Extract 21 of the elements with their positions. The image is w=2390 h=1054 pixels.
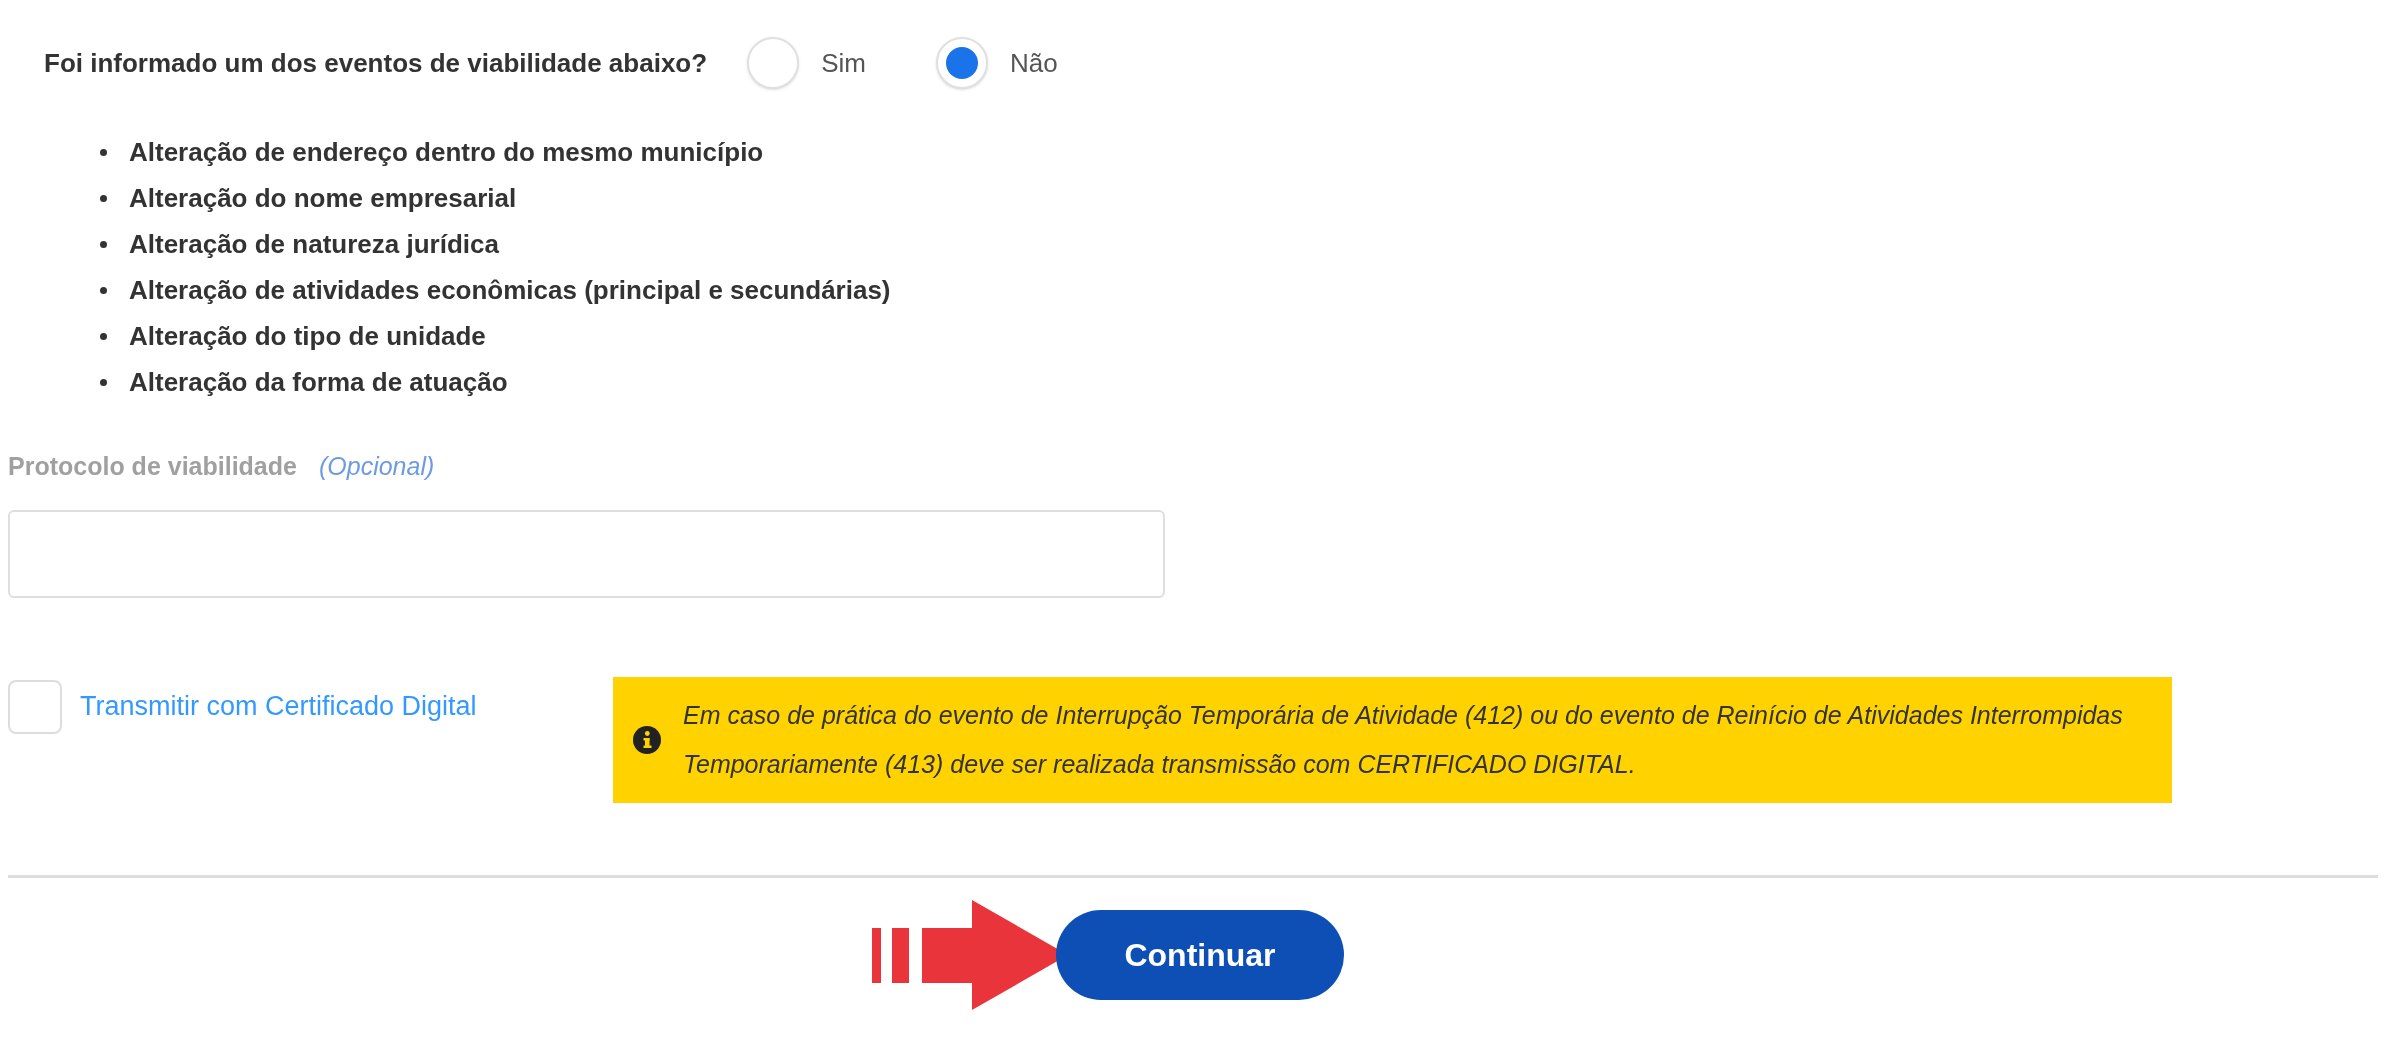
event-item: Alteração de endereço dentro do mesmo município	[129, 136, 764, 169]
event-item: Alteração do tipo de unidade	[129, 320, 486, 353]
input-field[interactable]	[8, 509, 1165, 598]
bullet-icon	[100, 195, 107, 202]
bullet-icon	[100, 379, 107, 386]
field-label: Protocolo de viabilidade	[8, 451, 297, 482]
bullet-icon	[100, 149, 107, 156]
event-item: Alteração de natureza jurídica	[129, 228, 499, 261]
event-item: Alteração da forma de atuação	[129, 366, 508, 399]
event-item: Alteração de atividades econômicas (principal e secundárias)	[129, 274, 891, 307]
bullet-icon	[100, 241, 107, 248]
radio-option[interactable]: Sim	[747, 37, 866, 89]
continue-button[interactable]: Continuar	[1056, 909, 1344, 1000]
question-label: Foi informado um dos eventos de viabilidade abaixo?	[44, 46, 708, 80]
notice-text: Em caso de prática do evento de Interrupção Temporária de Atividade (412) ou do evento de Reinício de Atividades Interrompidas Temporariamente (413) deve ser realizada transmissão com CERTIFICADO DIGITAL.	[683, 699, 2124, 780]
event-item: Alteração do nome empresarial	[129, 182, 517, 215]
bullet-icon	[100, 287, 107, 294]
bullet-icon	[100, 333, 107, 340]
info-icon	[633, 725, 661, 754]
optional-hint: (Opcional)	[318, 451, 435, 482]
radio-option[interactable]: Não	[935, 37, 1058, 89]
